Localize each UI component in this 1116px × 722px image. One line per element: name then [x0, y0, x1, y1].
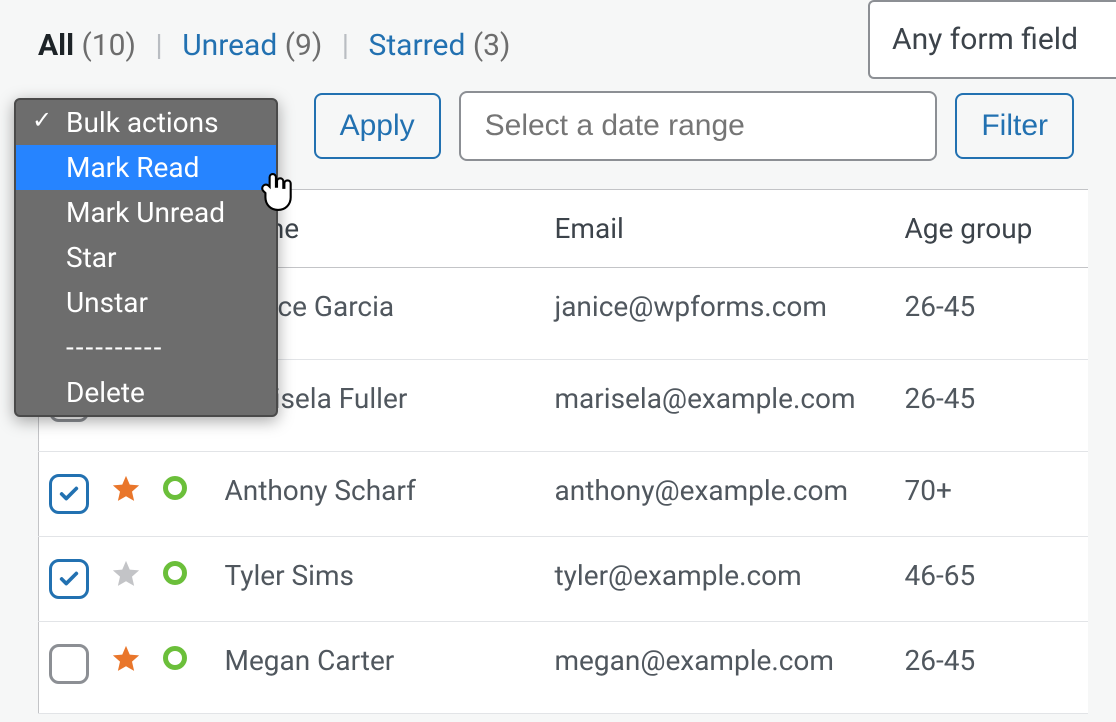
table-row: Tyler Simstyler@example.com46-65: [39, 537, 1089, 622]
bulk-actions-menu: Bulk actions Mark Read Mark Unread Star …: [14, 98, 278, 417]
table-row: Anthony Scharfanthony@example.com70+: [39, 452, 1089, 537]
filter-unread-label: Unread: [182, 28, 277, 63]
entry-age-group: 26-45: [895, 360, 1089, 452]
entry-age-group: 26-45: [895, 622, 1089, 714]
filter-unread[interactable]: Unread (9): [182, 28, 330, 63]
filter-separator: |: [143, 28, 174, 63]
filter-starred[interactable]: Starred (3): [369, 28, 511, 63]
filter-separator: |: [330, 28, 361, 63]
unread-indicator-icon[interactable]: [163, 476, 187, 500]
entry-email: marisela@example.com: [545, 360, 895, 452]
cursor-icon: [260, 172, 294, 212]
filter-button[interactable]: Filter: [955, 93, 1074, 159]
entry-name[interactable]: Megan Carter: [215, 622, 545, 714]
entry-email: megan@example.com: [545, 622, 895, 714]
star-icon[interactable]: [111, 474, 141, 504]
filter-unread-count: (9): [285, 28, 323, 63]
filter-starred-label: Starred: [369, 28, 466, 63]
entry-email: janice@wpforms.com: [545, 268, 895, 360]
row-checkbox[interactable]: [49, 644, 89, 684]
entry-email: tyler@example.com: [545, 537, 895, 622]
star-icon[interactable]: [111, 644, 141, 674]
date-range-input[interactable]: [459, 91, 938, 161]
unread-indicator-icon[interactable]: [163, 646, 187, 670]
bulk-option-separator: ----------: [16, 325, 276, 370]
bulk-option-bulk-actions[interactable]: Bulk actions: [16, 100, 276, 145]
filter-all-count: (10): [82, 28, 136, 63]
unread-indicator-icon[interactable]: [163, 561, 187, 585]
entry-age-group: 70+: [895, 452, 1089, 537]
bulk-option-star[interactable]: Star: [16, 235, 276, 280]
bulk-option-delete[interactable]: Delete: [16, 370, 276, 415]
bulk-option-mark-unread[interactable]: Mark Unread: [16, 190, 276, 235]
row-checkbox[interactable]: [49, 474, 89, 514]
entry-email: anthony@example.com: [545, 452, 895, 537]
col-header-age[interactable]: Age group: [895, 190, 1089, 268]
entry-age-group: 26-45: [895, 268, 1089, 360]
entry-name[interactable]: Tyler Sims: [215, 537, 545, 622]
filter-all[interactable]: All (10): [38, 28, 143, 63]
bulk-option-mark-read[interactable]: Mark Read: [16, 145, 276, 190]
entry-name[interactable]: Anthony Scharf: [215, 452, 545, 537]
apply-button[interactable]: Apply: [314, 93, 441, 159]
table-row: Megan Cartermegan@example.com26-45: [39, 622, 1089, 714]
filter-all-label: All: [38, 28, 74, 63]
any-form-field-select[interactable]: Any form field: [868, 0, 1116, 79]
entry-age-group: 46-65: [895, 537, 1089, 622]
row-checkbox[interactable]: [49, 559, 89, 599]
col-header-email[interactable]: Email: [545, 190, 895, 268]
bulk-option-unstar[interactable]: Unstar: [16, 280, 276, 325]
star-icon[interactable]: [111, 559, 141, 589]
filter-starred-count: (3): [473, 28, 511, 63]
